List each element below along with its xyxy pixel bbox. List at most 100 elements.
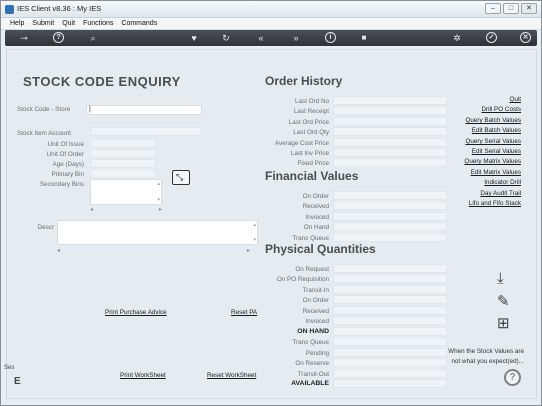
fixed-price-field bbox=[333, 158, 447, 167]
menu-commands[interactable]: Commands bbox=[121, 18, 157, 29]
search-icon[interactable]: ⌕ bbox=[87, 32, 99, 44]
refresh-icon[interactable]: ↻ bbox=[220, 32, 232, 44]
left-edge-letter: E bbox=[14, 376, 21, 387]
pending-label: Pending bbox=[305, 350, 329, 357]
confirm-icon[interactable]: ✓ bbox=[486, 32, 497, 43]
settings-icon[interactable]: ✲ bbox=[451, 32, 463, 44]
print-worksheet-link[interactable]: Print WorkSheet bbox=[120, 372, 166, 379]
hierarchy-icon[interactable]: ⊞ bbox=[497, 314, 510, 332]
day-audit-trail-link[interactable]: Day Audit Trail bbox=[480, 190, 521, 197]
menu-bar: Help Submit Quit Functions Commands bbox=[1, 18, 541, 30]
favorite-icon[interactable]: ♥ bbox=[188, 32, 200, 44]
fin-trans-queue-field bbox=[333, 233, 447, 242]
title-bar: IES Client v8.36 : My IES – □ ✕ bbox=[1, 1, 541, 18]
fin-invoiced-label: Invoiced bbox=[305, 214, 329, 221]
transfer-icon: ⤡ bbox=[176, 172, 184, 182]
stock-code-input[interactable]: | bbox=[86, 105, 202, 115]
on-request-label: On Request bbox=[295, 266, 329, 273]
fin-invoiced-field bbox=[333, 212, 447, 221]
phys-on-order-label: On Order bbox=[302, 297, 329, 304]
available-label: AVAILABLE bbox=[291, 380, 329, 387]
fin-trans-queue-label: Trans Queue bbox=[292, 235, 329, 242]
query-batch-values-link[interactable]: Query Batch Values bbox=[465, 117, 521, 124]
menu-submit[interactable]: Submit bbox=[32, 18, 54, 29]
query-serial-values-link[interactable]: Query Serial Values bbox=[465, 138, 521, 145]
stop-icon[interactable]: ■ bbox=[358, 32, 370, 44]
close-window-button[interactable]: ✕ bbox=[521, 3, 537, 14]
unit-of-issue-field bbox=[90, 139, 156, 148]
average-cost-price-field bbox=[333, 138, 447, 147]
age-days-field bbox=[90, 159, 156, 168]
toolbar: ⊸ ? ⌕ ♥ ↻ « » i ■ ✲ ✓ ✕ bbox=[5, 30, 537, 46]
last-receipt-label: Last Receipt bbox=[293, 108, 329, 115]
edit-icon[interactable]: ✎ bbox=[497, 292, 510, 310]
unit-of-issue-label: Unit Of Issue bbox=[47, 141, 84, 148]
description-scrollbar[interactable]: ◂ ▸ bbox=[57, 247, 250, 254]
financial-values-heading: Financial Values bbox=[265, 169, 359, 183]
stock-values-note-line2: not what you expect(ed)... bbox=[451, 358, 524, 365]
fin-on-order-field bbox=[333, 191, 447, 200]
secondary-bins-list[interactable]: ▴ ▾ bbox=[90, 179, 162, 205]
app-window: IES Client v8.36 : My IES – □ ✕ Help Sub… bbox=[0, 0, 542, 406]
phys-invoiced-field bbox=[333, 316, 447, 325]
last-ord-price-label: Last Ord Price bbox=[288, 119, 329, 126]
lifo-and-fifo-stack-link[interactable]: Lifo and Fifo Stack bbox=[469, 200, 521, 207]
menu-quit[interactable]: Quit bbox=[62, 18, 75, 29]
unit-of-order-field bbox=[90, 149, 156, 158]
secondary-bins-scrollbar[interactable]: ◂ ▸ bbox=[90, 206, 162, 213]
phys-received-label: Received bbox=[302, 308, 329, 315]
on-reserve-field bbox=[333, 358, 447, 367]
edit-serial-values-link[interactable]: Edit Serial Values bbox=[472, 148, 521, 155]
primary-bin-field bbox=[90, 169, 156, 178]
phys-on-order-field bbox=[333, 295, 447, 304]
fin-received-label: Received bbox=[302, 203, 329, 210]
average-cost-price-label: Average Cost Price bbox=[274, 140, 329, 147]
last-ord-no-label: Last Ord No bbox=[295, 98, 329, 105]
unit-of-order-label: Unit Of Order bbox=[46, 151, 84, 158]
primary-bin-label: Primary Bin bbox=[51, 171, 84, 178]
bin-transfer-button[interactable]: ⤡ bbox=[172, 170, 190, 185]
stock-item-account-label: Stock Item Account bbox=[17, 130, 71, 137]
info-icon[interactable]: i bbox=[325, 32, 336, 43]
description-textarea[interactable]: ▴ ▾ bbox=[57, 220, 258, 245]
on-hand-field bbox=[333, 327, 447, 336]
last-ord-qty-field bbox=[333, 127, 447, 136]
edit-matrix-values-link[interactable]: Edit Matrix Values bbox=[471, 169, 521, 176]
close-icon[interactable]: ✕ bbox=[520, 32, 531, 43]
fin-received-field bbox=[333, 201, 447, 210]
edit-batch-values-link[interactable]: Edit Batch Values bbox=[472, 127, 521, 134]
drill-po-costs-link[interactable]: Drill PO Costs bbox=[481, 106, 521, 113]
indicator-drill-link[interactable]: Indicator Drill bbox=[484, 179, 521, 186]
age-days-label: Age (Days) bbox=[52, 161, 85, 168]
transit-out-label: Transit-Out bbox=[297, 371, 329, 378]
maximize-button[interactable]: □ bbox=[503, 3, 519, 14]
fin-on-order-label: On Order bbox=[302, 193, 329, 200]
rewind-icon[interactable]: « bbox=[255, 32, 267, 44]
last-ord-no-field bbox=[333, 96, 447, 105]
menu-help[interactable]: Help bbox=[10, 18, 24, 29]
phys-trans-queue-field bbox=[333, 337, 447, 346]
order-history-heading: Order History bbox=[265, 74, 343, 88]
available-field bbox=[333, 379, 447, 388]
download-icon[interactable]: ⤓ bbox=[497, 270, 504, 287]
print-purchase-advice-link[interactable]: Print Purchase Advice bbox=[105, 309, 167, 316]
transit-in-label: Transit-In bbox=[302, 287, 329, 294]
key-icon[interactable]: ⊸ bbox=[15, 32, 33, 44]
quit-link[interactable]: Quit bbox=[509, 96, 521, 103]
stock-item-account-field bbox=[90, 127, 202, 136]
last-inv-price-field bbox=[333, 148, 447, 157]
page-title: STOCK CODE ENQUIRY bbox=[23, 74, 181, 89]
pending-field bbox=[333, 348, 447, 357]
help-icon[interactable]: ? bbox=[53, 32, 64, 43]
help-question-icon[interactable]: ? bbox=[504, 369, 521, 386]
secondary-bins-label: Secondary Bins bbox=[39, 181, 84, 188]
minimize-button[interactable]: – bbox=[485, 3, 501, 14]
fixed-price-label: Fixed Price bbox=[297, 160, 330, 167]
stock-code-enquiry-panel: STOCK CODE ENQUIRY Stock Code - Store | … bbox=[4, 49, 537, 399]
menu-functions[interactable]: Functions bbox=[83, 18, 113, 29]
on-po-requisition-field bbox=[333, 274, 447, 283]
app-logo-icon bbox=[5, 5, 14, 14]
forward-icon[interactable]: » bbox=[290, 32, 302, 44]
query-matrix-values-link[interactable]: Query Matrix Values bbox=[464, 158, 521, 165]
last-receipt-field bbox=[333, 106, 447, 115]
